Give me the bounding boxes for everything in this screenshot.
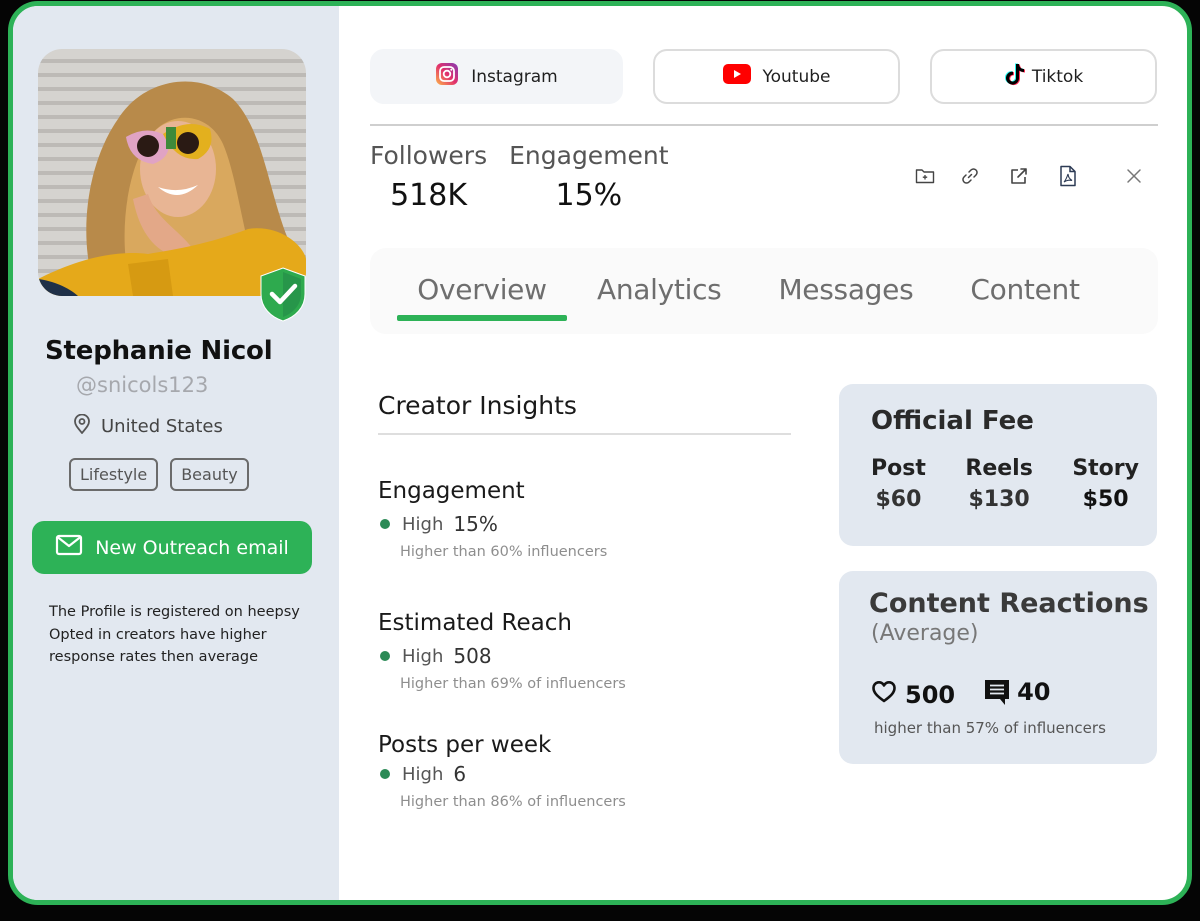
note-line: The Profile is registered on heepsy <box>49 604 300 620</box>
outreach-label: New Outreach email <box>95 536 289 559</box>
content-reactions-card: Content Reactions (Average) 500 40 highe… <box>839 571 1157 764</box>
engagement-stat: Engagement 15% <box>509 141 668 213</box>
engagement-value: 15% <box>555 178 623 213</box>
profile-actions <box>913 164 1146 188</box>
tab-messages[interactable]: Messages <box>778 248 913 306</box>
metric-posts-per-week: Posts per week High 6 Higher than 86% of… <box>378 732 626 810</box>
fee-value: $60 <box>875 487 922 512</box>
fee-post: Post $60 <box>871 456 926 512</box>
creator-profile-window: Stephanie Nicol @snicols123 United State… <box>8 1 1192 905</box>
fee-value: $50 <box>1082 487 1129 512</box>
profile-tabs: Overview Analytics Messages Content <box>370 248 1158 334</box>
verified-badge-icon <box>258 266 308 322</box>
pdf-icon[interactable] <box>1056 164 1080 188</box>
official-fee-card: Official Fee Post $60 Reels $130 Story $… <box>839 384 1157 546</box>
metric-level: High <box>402 763 444 785</box>
followers-value: 518K <box>390 178 468 213</box>
creator-insights-title: Creator Insights <box>378 391 577 420</box>
fee-label: Story <box>1072 456 1139 481</box>
platform-tiktok-button[interactable]: Tiktok <box>930 49 1157 104</box>
platform-youtube-button[interactable]: Youtube <box>653 49 900 104</box>
fee-story: Story $50 <box>1072 456 1139 512</box>
metric-value: 15% <box>453 512 498 536</box>
close-icon[interactable] <box>1122 164 1146 188</box>
profile-sidebar: Stephanie Nicol @snicols123 United State… <box>13 6 339 900</box>
mail-icon <box>55 534 83 561</box>
fee-grid: Post $60 Reels $130 Story $50 <box>871 456 1139 512</box>
fee-label: Reels <box>965 456 1033 481</box>
tiktok-icon <box>1004 62 1026 91</box>
youtube-icon <box>722 64 751 89</box>
metric-row: High 6 <box>378 762 626 786</box>
status-dot-icon <box>380 519 390 529</box>
metric-level: High <box>402 645 444 667</box>
note-line: response rates then average <box>49 649 259 665</box>
metric-row: High 508 <box>378 644 626 668</box>
note-line: Opted in creators have higher <box>49 626 267 643</box>
tab-analytics[interactable]: Analytics <box>597 248 722 306</box>
platform-label: Instagram <box>471 66 558 87</box>
fee-reels: Reels $130 <box>965 456 1032 512</box>
reactions-subtitle: (Average) <box>871 621 979 646</box>
followers-stat: Followers 518K <box>370 141 487 213</box>
add-to-folder-icon[interactable] <box>913 164 937 188</box>
reactions-row: 500 40 <box>871 678 1051 712</box>
metric-value: 508 <box>453 644 492 668</box>
creator-handle: @snicols123 <box>76 373 209 397</box>
platform-selector: Instagram Youtube Tiktok <box>370 49 1157 104</box>
metric-level: High <box>402 513 444 535</box>
external-link-icon[interactable] <box>1007 164 1031 188</box>
heart-icon <box>871 680 897 710</box>
insights-divider <box>378 433 791 435</box>
fee-title: Official Fee <box>871 406 1034 436</box>
metric-row: High 15% <box>378 512 607 536</box>
metric-estimated-reach: Estimated Reach High 508 Higher than 69%… <box>378 610 626 692</box>
creator-location: United States <box>73 413 223 439</box>
metric-comparison: Higher than 86% of influencers <box>400 794 626 810</box>
metric-engagement: Engagement High 15% Higher than 60% infl… <box>378 478 607 560</box>
profile-photo <box>38 49 306 296</box>
status-dot-icon <box>380 769 390 779</box>
creator-name: Stephanie Nicol <box>45 336 273 366</box>
metric-comparison: Higher than 60% influencers <box>400 544 608 560</box>
comments-count: 40 <box>1017 678 1051 706</box>
metric-title: Posts per week <box>378 732 552 758</box>
reactions-comparison: higher than 57% of influencers <box>874 719 1106 737</box>
location-label: United States <box>101 416 223 437</box>
platform-label: Youtube <box>762 66 831 87</box>
headline-stats: Followers 518K Engagement 15% <box>370 141 669 213</box>
reactions-title: Content Reactions <box>869 588 1149 619</box>
status-dot-icon <box>380 651 390 661</box>
metric-comparison: Higher than 69% of influencers <box>400 676 626 692</box>
location-pin-icon <box>73 413 91 439</box>
followers-label: Followers <box>370 141 488 170</box>
fee-value: $130 <box>968 487 1030 512</box>
platform-label: Tiktok <box>1031 66 1084 87</box>
category-tags: Lifestyle Beauty <box>69 458 249 491</box>
likes-count: 500 <box>905 681 956 709</box>
link-icon[interactable] <box>958 164 982 188</box>
metric-title: Estimated Reach <box>378 610 572 636</box>
tag-beauty[interactable]: Beauty <box>170 458 249 491</box>
tab-overview[interactable]: Overview <box>397 248 567 321</box>
metric-title: Engagement <box>378 478 525 504</box>
metric-value: 6 <box>453 762 467 786</box>
platform-instagram-button[interactable]: Instagram <box>370 49 623 104</box>
registration-note: The Profile is registered on heepsy Opte… <box>49 601 329 669</box>
tag-lifestyle[interactable]: Lifestyle <box>69 458 159 491</box>
tab-content[interactable]: Content <box>970 248 1080 306</box>
fee-label: Post <box>871 456 926 481</box>
engagement-label: Engagement <box>509 141 669 170</box>
new-outreach-email-button[interactable]: New Outreach email <box>32 521 312 574</box>
header-divider <box>370 124 1158 126</box>
instagram-icon <box>435 62 459 91</box>
comment-icon <box>983 678 1011 712</box>
